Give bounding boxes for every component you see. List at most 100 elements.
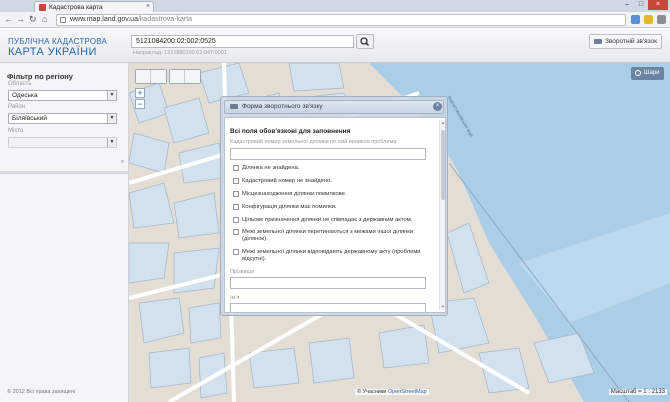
attribution-prefix: © Учасники [357,389,387,395]
dialog-scrollbar[interactable]: ▲ ▼ [439,120,445,310]
name-label: Ім'я [230,295,240,301]
checkbox-row[interactable]: Місцезнаходження ділянки помилкове. [233,191,428,198]
cadastral-search-input[interactable]: 5121084200:02:002:0525 [131,35,354,48]
checkbox-label: Межі земельної ділянки відповідають держ… [242,249,421,262]
info-pointer-icon[interactable] [185,70,200,83]
dialog-title: Форма зворотнього зв'язку [242,103,323,110]
city-select[interactable]: ▼ [8,137,117,148]
checkbox-row[interactable]: Цільове призначення ділянки не співпадає… [233,217,428,224]
surname-label: Прізвище [230,269,255,275]
checkbox-row[interactable]: Конфігурація ділянки має помилки. [233,204,428,211]
dialog-body: Всі поля обов'язкові для заповнення Када… [224,117,446,313]
scroll-thumb[interactable] [441,130,445,200]
tab-close-icon[interactable]: × [146,3,150,10]
home-icon[interactable]: ⌂ [42,14,47,25]
cadastral-number-label: Кадастровий номер земельної ділянки по я… [230,139,397,145]
measure-area-icon[interactable] [151,70,166,83]
browser-toolbar: ← → ↻ ⌂ www.map.land.gov.ua/kadastrova-k… [0,12,670,28]
tab-title: Кадастрова карта [49,4,103,11]
region-value: Одеська [12,92,38,99]
layers-button[interactable]: Шари [631,67,664,80]
checkbox-label: Місцезнаходження ділянки помилкове. [242,191,347,197]
checkbox-label: Ділянка не знайдена. [242,165,300,171]
browser-tab[interactable]: Кадастрова карта × [34,1,154,12]
region-select[interactable]: Одеська ▼ [8,90,117,101]
zoom-out-button[interactable]: − [135,99,145,109]
checkbox[interactable] [233,204,239,210]
scroll-down-icon[interactable]: ▼ [440,304,445,310]
name-input[interactable] [230,303,426,312]
checkbox-row[interactable]: Межі земельної ділянки перетинаються з м… [233,229,428,243]
map-scale: Масштаб = 1 : 2133 [608,389,667,395]
dialog-close-button[interactable]: × [433,102,442,111]
extension-icon[interactable] [644,15,653,24]
minimize-icon[interactable]: – [620,0,634,10]
chevron-down-icon: ▼ [107,91,116,100]
required-note: Всі поля обов'язкові для заповнення [230,128,351,135]
checkbox[interactable] [233,178,239,184]
search-button[interactable] [356,34,374,49]
checkbox-label: Кадастровий номер не знайдено. [242,178,332,184]
page-icon [60,17,66,23]
zoom-in-button[interactable]: + [135,88,145,98]
brand-line1: ПУБЛІЧНА КАДАСТРОВА [8,37,108,46]
measure-distance-icon[interactable] [136,70,151,83]
back-icon[interactable]: ← [4,14,13,25]
forward-icon[interactable]: → [16,14,25,25]
address-bar[interactable]: www.map.land.gov.ua/kadastrova-karta [56,14,626,26]
district-label: Район [8,104,26,110]
checkbox-label: Конфігурація ділянки має помилки. [242,204,337,210]
feedback-dialog: Форма зворотнього зв'язку × Всі поля обо… [220,96,448,316]
checkbox-row[interactable]: Межі земельної ділянки відповідають держ… [233,249,428,263]
checkbox[interactable] [233,191,239,197]
maximize-icon[interactable]: □ [634,0,648,10]
checkbox-label: Цільове призначення ділянки не співпадає… [242,217,413,223]
site-header: ПУБЛІЧНА КАДАСТРОВА КАРТА УКРАЇНИ 512108… [0,29,670,63]
print-icon[interactable] [170,70,185,83]
sidebar-divider [0,171,129,174]
cadastral-number-input[interactable] [230,148,426,160]
zoom-control: + − [135,88,145,110]
brand-line2: КАРТА УКРАЇНИ [8,46,97,58]
wrench-icon[interactable] [657,15,666,24]
map-toolbar [135,69,201,84]
copyright: © 2012 Всі права захищені [7,389,76,395]
checkbox-row[interactable]: Ділянка не знайдена. [233,165,428,172]
window-controls: – □ × [620,0,668,10]
region-label: Область [8,81,32,87]
osm-link[interactable]: OpenStreetMap [388,389,427,395]
city-label: Місто [8,128,24,134]
dialog-header[interactable]: Форма зворотнього зв'язку [224,100,444,114]
feedback-label: Зворотній зв'язок [605,38,658,45]
map-attribution: © Учасники OpenStreetMap [355,389,429,395]
district-value: Біляївський [12,115,47,122]
search-icon [360,37,370,47]
reload-icon[interactable]: ↻ [29,14,37,25]
gear-icon [635,70,641,76]
envelope-icon [230,104,238,109]
layers-label: Шари [644,70,660,76]
checkbox-label: Межі земельної ділянки перетинаються з м… [242,229,414,242]
browser-extensions [631,15,666,24]
checkbox[interactable] [233,217,239,223]
chevron-down-icon: ▼ [107,114,116,123]
url-host: www.map.land.gov.ua [70,16,138,23]
scroll-up-icon[interactable]: ▲ [440,120,445,126]
feedback-button[interactable]: Зворотній зв'язок [589,34,662,49]
browser-tabbar: Кадастрова карта × – □ × [0,0,670,12]
district-select[interactable]: Біляївський ▼ [8,113,117,124]
chevron-down-icon: ▼ [107,138,116,147]
search-hint: Наприклад: 1221880100:01:047:0001 [133,50,227,56]
favicon-icon [39,4,46,11]
url-path: /kadastrova-karta [137,16,193,23]
checkbox[interactable] [233,249,239,255]
checkbox[interactable] [233,165,239,171]
collapse-sidebar-icon[interactable]: « [118,159,127,168]
extension-icon[interactable] [631,15,640,24]
checkbox[interactable] [233,229,239,235]
checkbox-row[interactable]: Кадастровий номер не знайдено. [233,178,428,185]
surname-input[interactable] [230,277,426,289]
filter-title: Фільтр по регіону [7,72,73,81]
window-close-icon[interactable]: × [648,0,668,10]
envelope-icon [594,39,602,44]
